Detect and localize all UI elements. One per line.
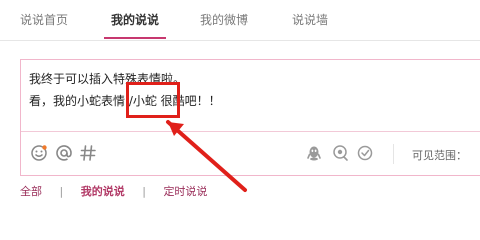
tab-shuoshuo-wall[interactable]: 说说墙: [292, 11, 328, 28]
tab-my-weibo[interactable]: 我的微博: [200, 11, 248, 28]
filter-links: 全部 | 我的说说 | 定时说说: [20, 183, 207, 199]
active-tab-indicator: [104, 37, 166, 39]
hashtag-icon[interactable]: [79, 144, 97, 162]
composer-textarea[interactable]: 我终于可以插入特殊表情啦。 看，我的小蛇表情 /小蛇 很酷吧！！: [29, 68, 469, 112]
composer-line-1: 我终于可以插入特殊表情啦。: [29, 72, 186, 86]
emoji-icon[interactable]: [30, 144, 48, 162]
mention-icon[interactable]: [55, 144, 73, 162]
qq-icon[interactable]: [305, 144, 323, 162]
tab-shuoshuo-home[interactable]: 说说首页: [20, 11, 68, 28]
visibility-label[interactable]: 可见范围：: [412, 147, 467, 163]
toolbar-separator: [393, 144, 394, 164]
composer-line-2: 看，我的小蛇表情 /小蛇 很酷吧！！: [29, 94, 221, 108]
composer-toolbar: 可见范围：: [21, 132, 480, 176]
filter-all[interactable]: 全部: [20, 183, 42, 199]
filter-scheduled[interactable]: 定时说说: [163, 183, 207, 199]
schedule-icon[interactable]: [356, 144, 374, 162]
filter-mine[interactable]: 我的说说: [81, 183, 125, 199]
tabs-divider: [0, 40, 480, 41]
tab-bar: 说说首页 我的说说 我的微博 说说墙: [0, 0, 480, 45]
tab-my-shuoshuo[interactable]: 我的说说: [111, 11, 159, 28]
sync-icon[interactable]: [331, 144, 349, 162]
filter-separator: |: [59, 185, 64, 198]
post-composer[interactable]: 我终于可以插入特殊表情啦。 看，我的小蛇表情 /小蛇 很酷吧！！ 可见范围：: [20, 59, 480, 176]
filter-separator: |: [142, 185, 146, 198]
